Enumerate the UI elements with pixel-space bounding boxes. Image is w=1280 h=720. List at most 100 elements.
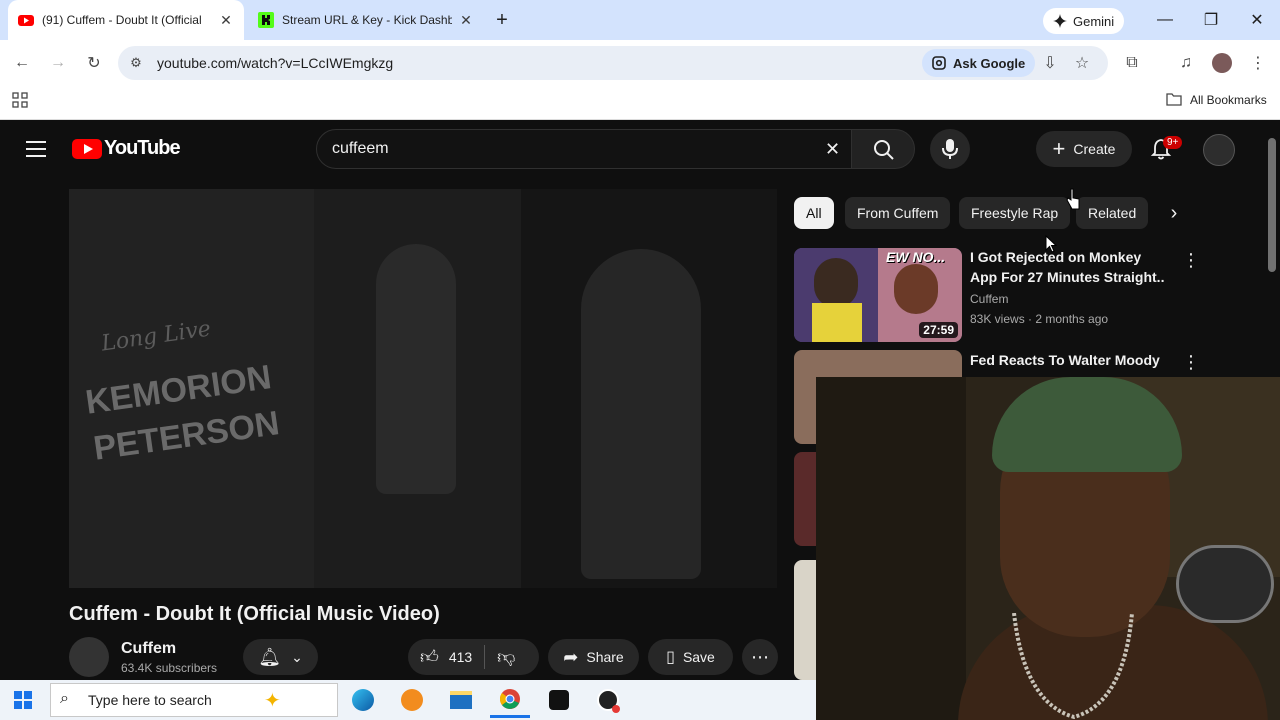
- create-label: Create: [1073, 141, 1116, 157]
- plus-icon: +: [1052, 136, 1066, 161]
- bell-icon: 🔔︎: [258, 646, 282, 667]
- url-text[interactable]: youtube.com/watch?v=LCcIWEmgkzg: [157, 55, 393, 71]
- microphone-icon: [942, 139, 958, 159]
- obs-icon[interactable]: [588, 682, 628, 718]
- video-frame-person-2: [521, 189, 777, 588]
- arrow-cursor-icon: [1045, 235, 1057, 253]
- profile-avatar[interactable]: [1212, 53, 1232, 73]
- bookmark-star-icon[interactable]: ☆: [1070, 51, 1094, 75]
- search-icon: ⌕: [60, 690, 69, 707]
- rec-title[interactable]: Fed Reacts To Walter Moody: [970, 350, 1170, 370]
- account-avatar[interactable]: [1203, 134, 1235, 166]
- search-button[interactable]: [851, 129, 915, 169]
- close-window-icon[interactable]: ✕: [1234, 0, 1280, 40]
- site-info-icon[interactable]: ⚙: [124, 51, 148, 75]
- microphone-device: [1176, 545, 1274, 623]
- rec-title[interactable]: I Got Rejected on Monkey App For 27 Minu…: [970, 247, 1170, 287]
- dislike-icon[interactable]: 👎︎: [497, 646, 515, 668]
- media-control-icon[interactable]: ♫: [1174, 51, 1198, 75]
- taskbar-search-placeholder[interactable]: Type here to search: [88, 692, 212, 708]
- chrome-icon[interactable]: [490, 682, 530, 718]
- chip-all[interactable]: All: [794, 197, 834, 229]
- bookmarks-bar: [0, 84, 1280, 120]
- search-icon: [874, 140, 894, 160]
- video-title: Cuffem - Doubt It (Official Music Video): [69, 603, 440, 625]
- tab-youtube[interactable]: (91) Cuffem - Doubt It (Official ✕: [8, 0, 244, 40]
- file-explorer-icon[interactable]: [441, 682, 481, 718]
- save-button[interactable]: ▯ Save: [648, 639, 733, 675]
- ask-google-label: Ask Google: [953, 55, 1026, 71]
- install-app-icon[interactable]: ⇩: [1038, 51, 1062, 75]
- close-icon[interactable]: ✕: [218, 12, 234, 28]
- chip-freestyle-rap[interactable]: Freestyle Rap: [959, 197, 1071, 229]
- voice-search-button[interactable]: [930, 129, 970, 169]
- rec-thumbnail[interactable]: [794, 560, 816, 680]
- scrollbar-thumb[interactable]: [1268, 138, 1276, 272]
- subscribed-bell-button[interactable]: 🔔︎ ⌄: [243, 639, 318, 675]
- gemini-button[interactable]: Gemini: [1043, 8, 1125, 34]
- divider: [484, 645, 486, 669]
- gemini-label: Gemini: [1073, 13, 1115, 29]
- like-icon[interactable]: 👍︎: [420, 646, 439, 668]
- hand-cursor-icon: [1066, 188, 1080, 210]
- rec-thumbnail[interactable]: EW NO... 27:59: [794, 248, 962, 342]
- clear-search-icon[interactable]: ✕: [825, 139, 840, 160]
- windows-start-icon[interactable]: [14, 691, 32, 709]
- kick-icon: [258, 12, 274, 28]
- fl-studio-icon[interactable]: [392, 682, 432, 718]
- save-label: Save: [682, 649, 715, 665]
- capcut-icon[interactable]: [539, 682, 579, 718]
- folder-icon: [1166, 92, 1182, 106]
- kebab-menu-icon[interactable]: ⋮: [1182, 250, 1200, 271]
- video-duration: 27:59: [919, 322, 958, 338]
- thumbnail-caption: EW NO...: [886, 249, 946, 265]
- bookmark-icon: ▯: [666, 649, 675, 666]
- search-input-value[interactable]: cuffeem: [332, 140, 389, 158]
- search-input[interactable]: [316, 129, 852, 169]
- apps-grid-icon[interactable]: [12, 92, 28, 108]
- share-button[interactable]: ➦ Share: [548, 639, 639, 675]
- youtube-icon: [18, 15, 34, 26]
- restore-icon[interactable]: ❐: [1188, 0, 1234, 40]
- ask-google-button[interactable]: Ask Google: [922, 49, 1036, 77]
- minimize-icon[interactable]: —: [1142, 0, 1188, 40]
- new-tab-plus-icon[interactable]: +: [492, 10, 512, 30]
- tab-title: Stream URL & Key - Kick Dashb: [282, 13, 452, 27]
- video-player[interactable]: Long Live KEMORION PETERSON: [69, 189, 777, 588]
- chevron-right-icon[interactable]: ›: [1160, 199, 1188, 227]
- like-count[interactable]: 413: [449, 649, 472, 665]
- reload-icon[interactable]: ↻: [82, 51, 106, 75]
- rec-thumbnail[interactable]: [794, 452, 816, 546]
- create-button[interactable]: + Create: [1036, 131, 1132, 167]
- search-highlight-icon[interactable]: ✦: [264, 688, 281, 713]
- chain-necklace: [1012, 613, 1134, 720]
- lens-icon: [932, 56, 946, 70]
- tab-kick[interactable]: Stream URL & Key - Kick Dashb ✕: [248, 0, 484, 40]
- share-arrow-icon: ➦: [563, 646, 579, 667]
- more-menu-icon[interactable]: ⋮: [1246, 51, 1270, 75]
- youtube-logo-text[interactable]: YouTube: [104, 137, 181, 160]
- rec-views: 83K views · 2 months ago: [970, 312, 1109, 326]
- subscriber-count: 63.4K subscribers: [121, 661, 218, 675]
- rec-channel[interactable]: Cuffem: [970, 292, 1008, 306]
- tab-search-icon[interactable]: ⧉: [1120, 51, 1144, 75]
- gemini-sparkle-icon: [1053, 14, 1067, 28]
- channel-avatar[interactable]: [69, 637, 109, 677]
- kebab-menu-icon[interactable]: ⋮: [1182, 352, 1200, 373]
- tab-title: (91) Cuffem - Doubt It (Official: [42, 13, 202, 27]
- video-frame-person: [314, 189, 521, 588]
- notifications-badge: 9+: [1163, 136, 1183, 149]
- all-bookmarks-link[interactable]: All Bookmarks: [1190, 93, 1267, 107]
- close-icon[interactable]: ✕: [458, 12, 474, 28]
- more-actions-icon[interactable]: ⋯: [742, 639, 778, 675]
- like-dislike-group: 👍︎ 413 👎︎: [408, 639, 539, 675]
- edge-icon[interactable]: [343, 682, 383, 718]
- back-arrow-icon[interactable]: ←: [10, 51, 34, 75]
- chip-related[interactable]: Related: [1076, 197, 1149, 229]
- youtube-logo-icon[interactable]: [72, 139, 102, 159]
- chip-from-cuffem[interactable]: From Cuffem: [845, 197, 951, 229]
- share-label: Share: [586, 649, 624, 665]
- channel-name[interactable]: Cuffem: [121, 640, 176, 658]
- hamburger-menu-icon[interactable]: [26, 140, 46, 158]
- forward-arrow-icon[interactable]: →: [46, 51, 70, 75]
